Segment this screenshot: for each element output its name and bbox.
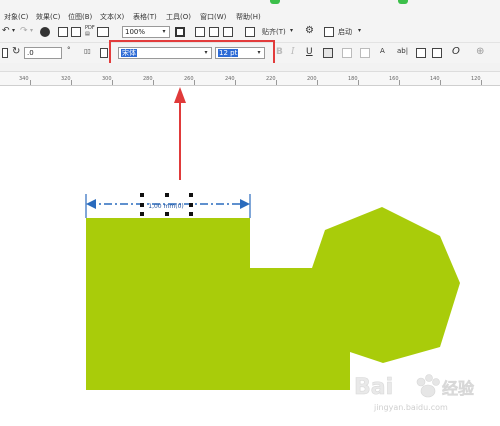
watermark: Bai 经验 jingyan.baidu.com (350, 360, 490, 420)
window-tab-indicator (398, 0, 408, 4)
undo-dropdown-icon[interactable]: ▾ (12, 27, 15, 34)
redo-icon[interactable]: ↷ (20, 26, 28, 36)
ruler-label: 220 (266, 76, 276, 82)
corel-connect-icon[interactable] (40, 27, 50, 37)
launch-icon[interactable] (324, 27, 334, 37)
menu-bar: 对象(C) 效果(C) 位图(B) 文本(X) 表格(T) 工具(O) 窗口(W… (0, 0, 500, 23)
redo-dropdown-icon[interactable]: ▾ (30, 27, 33, 34)
ruler-label: 180 (348, 76, 358, 82)
watermark-brand: Bai (354, 375, 393, 400)
show-grid-icon[interactable] (209, 27, 219, 37)
rotation-angle-field[interactable]: .0 (24, 47, 62, 59)
export-icon[interactable] (71, 27, 81, 37)
underline-button[interactable]: U (306, 47, 313, 57)
ruler-label: 120 (471, 76, 481, 82)
publish-pdf-icon[interactable]: PDF ▤ (85, 25, 95, 37)
watermark-url: jingyan.baidu.com (373, 403, 448, 412)
snap-dropdown-icon[interactable]: ▾ (290, 27, 293, 34)
snap-to-icon[interactable] (245, 27, 255, 37)
ruler-label: 340 (19, 76, 29, 82)
mirror-vertical-icon[interactable] (100, 48, 108, 58)
ruler-label: 260 (184, 76, 194, 82)
launch-dropdown-icon[interactable]: ▾ (358, 27, 361, 34)
italic-button[interactable]: I (291, 47, 295, 57)
lock-ratio-icon[interactable] (2, 48, 8, 58)
menu-effects[interactable]: 效果(C) (36, 12, 60, 22)
degree-symbol: ° (67, 46, 71, 54)
show-guidelines-icon[interactable] (223, 27, 233, 37)
undo-icon[interactable]: ↶ (2, 26, 10, 36)
text-align-icon[interactable] (323, 48, 333, 58)
chevron-down-icon: ▾ (162, 28, 166, 35)
ruler-label: 140 (430, 76, 440, 82)
bullet-list-icon[interactable] (342, 48, 352, 58)
launch-label[interactable]: 启动 (338, 27, 352, 37)
menu-object[interactable]: 对象(C) (4, 12, 28, 22)
vertical-text-icon[interactable] (432, 48, 442, 58)
bold-button[interactable]: B (276, 47, 283, 57)
window-tab-indicator (270, 0, 280, 4)
import-icon[interactable] (58, 27, 68, 37)
ruler-label: 200 (307, 76, 317, 82)
watermark-suffix: 经验 (442, 379, 475, 398)
interactive-oc-icon[interactable]: O (452, 46, 460, 57)
ruler-label: 240 (225, 76, 235, 82)
paw-icon (416, 374, 440, 398)
dimension-text[interactable]: 1,00 mm(0) (148, 203, 183, 210)
ruler-label: 300 (102, 76, 112, 82)
drop-cap-icon[interactable] (360, 48, 370, 58)
ruler-scale-strip (0, 63, 500, 72)
edit-text-button[interactable]: ab| (397, 47, 408, 55)
menu-tools[interactable]: 工具(O) (166, 12, 191, 22)
ruler-label: 320 (61, 76, 71, 82)
menu-help[interactable]: 帮助(H) (236, 12, 261, 22)
menu-window[interactable]: 窗口(W) (200, 12, 226, 22)
annotation-arrow (174, 87, 186, 180)
add-icon[interactable]: ⊕ (476, 46, 484, 57)
app-launcher-icon[interactable] (97, 27, 109, 37)
character-format-button[interactable]: A (380, 47, 385, 55)
horizontal-ruler[interactable]: 340 320 300 280 260 240 220 200 180 160 … (0, 63, 500, 86)
options-gear-icon[interactable]: ⚙ (305, 25, 314, 36)
full-screen-icon[interactable] (175, 27, 185, 37)
rotate-icon[interactable]: ↻ (12, 46, 20, 57)
menu-bitmap[interactable]: 位图(B) (68, 12, 92, 22)
horizontal-text-icon[interactable] (416, 48, 426, 58)
ruler-label: 160 (389, 76, 399, 82)
zoom-level-dropdown[interactable]: 100% ▾ (122, 26, 170, 38)
mirror-horizontal-icon[interactable]: ▯▯ (84, 48, 91, 55)
menu-table[interactable]: 表格(T) (133, 12, 157, 22)
show-rulers-icon[interactable] (195, 27, 205, 37)
snap-to-label[interactable]: 贴齐(T) (262, 27, 286, 37)
menu-text[interactable]: 文本(X) (100, 12, 124, 22)
ruler-label: 280 (143, 76, 153, 82)
